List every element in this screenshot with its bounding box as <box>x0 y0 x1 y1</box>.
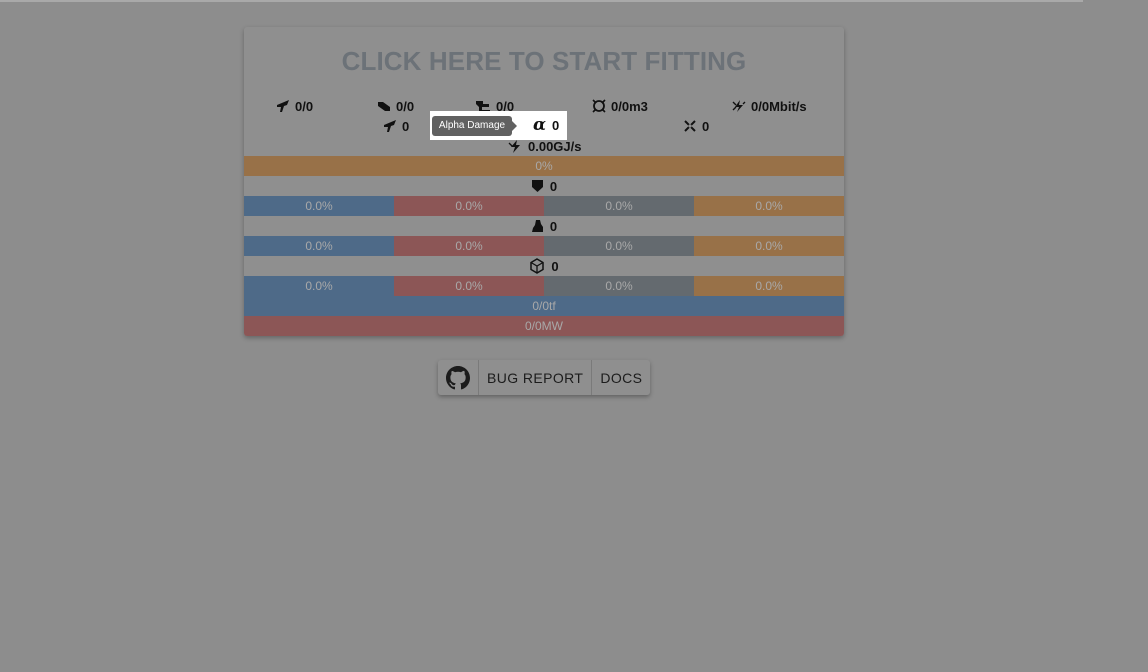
docs-button[interactable]: DOCS <box>591 360 650 395</box>
alpha-damage-value: 0 <box>552 118 560 133</box>
hull-em-resist: 0.0% <box>244 276 394 296</box>
high-slots-value: 0/0 <box>295 98 314 114</box>
armor-kinetic-resist: 0.0% <box>544 236 694 256</box>
armor-explosive-resist: 0.0% <box>694 236 844 256</box>
drone-bandwidth-icon <box>732 100 746 112</box>
shield-hp: 0 <box>549 178 558 194</box>
github-icon <box>446 365 470 389</box>
drone-bay-value: 0/0m3 <box>611 98 648 114</box>
armor-icon <box>531 220 543 232</box>
shield-explosive-resist: 0.0% <box>694 196 844 216</box>
shield-icon <box>531 180 543 192</box>
drone-bay-icon <box>592 99 606 113</box>
power-bar: 0/0MW <box>244 316 844 336</box>
top-divider <box>0 0 1083 2</box>
shield-kinetic-resist: 0.0% <box>544 196 694 216</box>
mid-slots-stat: 0/0 <box>377 98 414 114</box>
armor-row: 0 <box>244 216 844 236</box>
high-slot-icon <box>277 100 289 112</box>
mid-slot-icon <box>378 102 390 111</box>
turret-icon <box>384 120 396 132</box>
high-slots-stat: 0/0 <box>276 98 313 114</box>
armor-hp: 0 <box>549 218 558 234</box>
capacitor-bar: 0% <box>244 156 844 176</box>
drone-bandwidth-value: 0/0Mbit/s <box>751 98 807 114</box>
armor-resists-bar: 0.0% 0.0% 0.0% 0.0% <box>244 236 844 256</box>
capacitor-icon <box>508 139 520 153</box>
hull-icon <box>530 258 545 274</box>
footer-button-group: BUG REPORT DOCS <box>438 360 651 395</box>
hull-hp: 0 <box>551 258 559 274</box>
hull-thermal-resist: 0.0% <box>394 276 544 296</box>
hull-explosive-resist: 0.0% <box>694 276 844 296</box>
armor-thermal-resist: 0.0% <box>394 236 544 256</box>
bug-report-button[interactable]: BUG REPORT <box>478 360 591 395</box>
hull-kinetic-resist: 0.0% <box>544 276 694 296</box>
mid-slots-value: 0/0 <box>396 98 415 114</box>
capacitor-stat: 0.00GJ/s <box>508 138 582 154</box>
launcher-hardpoints-value: 0 <box>702 118 710 134</box>
capacitor-value: 0.00GJ/s <box>528 138 582 154</box>
drone-bandwidth-stat: 0/0Mbit/s <box>732 98 807 114</box>
github-button[interactable] <box>438 360 478 395</box>
hull-row: 0 <box>244 256 844 276</box>
hull-resists-bar: 0.0% 0.0% 0.0% 0.0% <box>244 276 844 296</box>
drone-bay-stat: 0/0m3 <box>592 98 648 114</box>
cpu-bar-fill: 0/0tf <box>244 296 844 316</box>
turret-hardpoints-value: 0 <box>402 118 410 134</box>
start-fitting-title[interactable]: CLICK HERE TO START FITTING <box>244 46 844 77</box>
armor-em-resist: 0.0% <box>244 236 394 256</box>
launcher-hardpoints-stat: 0 <box>683 118 709 134</box>
alpha-icon[interactable]: α <box>533 115 546 135</box>
fitting-card: CLICK HERE TO START FITTING 0/0 0/0 0/0 … <box>244 27 844 336</box>
shield-em-resist: 0.0% <box>244 196 394 216</box>
shield-thermal-resist: 0.0% <box>394 196 544 216</box>
cpu-bar: 0/0tf <box>244 296 844 316</box>
shield-resists-bar: 0.0% 0.0% 0.0% 0.0% <box>244 196 844 216</box>
turret-hardpoints-stat: 0 <box>383 118 409 134</box>
launcher-icon <box>684 120 696 132</box>
capacitor-bar-fill: 0% <box>244 156 844 176</box>
shield-row: 0 <box>244 176 844 196</box>
alpha-damage-tooltip: Alpha Damage <box>432 116 517 136</box>
power-bar-fill: 0/0MW <box>244 316 844 336</box>
